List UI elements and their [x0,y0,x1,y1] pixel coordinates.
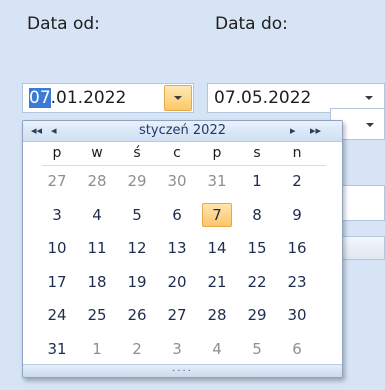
calendar-day[interactable]: 25 [82,303,112,327]
calendar-day[interactable]: 12 [122,236,152,260]
date-from-selected-part: 07 [29,88,51,108]
weekday-header: c [173,145,181,161]
calendar-header: ◂◂ ◂ styczeń 2022 ▸ ▸▸ [23,121,342,142]
calendar-day[interactable]: 1 [242,169,272,193]
calendar-day[interactable]: 5 [122,203,152,227]
calendar-day[interactable]: 4 [202,337,232,361]
calendar-day[interactable]: 20 [162,270,192,294]
chevron-down-icon [366,123,374,127]
calendar-day[interactable]: 2 [122,337,152,361]
date-from-label: Data od: [27,14,100,34]
calendar-day[interactable]: 15 [242,236,272,260]
chevron-down-icon [365,96,373,100]
calendar-resize-grip[interactable]: .... [23,364,342,377]
calendar-day[interactable]: 27 [162,303,192,327]
calendar-day[interactable]: 8 [242,203,272,227]
calendar-popup: ◂◂ ◂ styczeń 2022 ▸ ▸▸ p w ś c p s n 27 2… [22,120,343,378]
calendar-day[interactable]: 30 [282,303,312,327]
calendar-day[interactable]: 29 [242,303,272,327]
calendar-day[interactable]: 6 [282,337,312,361]
calendar-day[interactable]: 16 [282,236,312,260]
calendar-day[interactable]: 4 [82,203,112,227]
calendar-day[interactable]: 28 [202,303,232,327]
calendar-day[interactable]: 23 [282,270,312,294]
date-from-field[interactable]: 07.01.2022 [22,83,194,113]
calendar-day[interactable]: 31 [202,169,232,193]
weekday-header: p [212,145,222,161]
calendar-day[interactable]: 19 [122,270,152,294]
calendar-day[interactable]: 31 [42,337,72,361]
date-to-value[interactable]: 07.05.2022 [214,84,311,112]
chevron-down-icon [174,96,182,100]
calendar-day[interactable]: 5 [242,337,272,361]
weekday-header: n [292,145,302,161]
calendar-day[interactable]: 6 [162,203,192,227]
date-from-value[interactable]: 07.01.2022 [29,84,126,112]
date-to-label: Data do: [215,14,288,34]
calendar-day[interactable]: 1 [82,337,112,361]
next-year-icon[interactable]: ▸▸ [310,122,321,140]
calendar-day[interactable]: 22 [242,270,272,294]
calendar-day[interactable]: 11 [82,236,112,260]
calendar-day[interactable]: 17 [42,270,72,294]
calendar-day-selected[interactable]: 7 [202,202,232,227]
next-month-icon[interactable]: ▸ [290,122,296,140]
date-from-rest: .01.2022 [50,88,127,108]
calendar-day[interactable]: 28 [82,169,112,193]
weekday-divider [42,165,326,166]
weekday-header: s [253,145,261,161]
date-from-dropdown-button[interactable] [164,85,192,111]
weekday-header: w [91,145,103,161]
calendar-day[interactable]: 26 [122,303,152,327]
calendar-day[interactable]: 3 [42,203,72,227]
calendar-day[interactable]: 3 [162,337,192,361]
calendar-day[interactable]: 10 [42,236,72,260]
calendar-day[interactable]: 27 [42,169,72,193]
calendar-day[interactable]: 9 [282,203,312,227]
calendar-day[interactable]: 29 [122,169,152,193]
calendar-day[interactable]: 14 [202,236,232,260]
weekday-header: p [52,145,62,161]
calendar-day[interactable]: 13 [162,236,192,260]
calendar-day[interactable]: 30 [162,169,192,193]
weekday-header: ś [133,145,141,161]
calendar-day[interactable]: 2 [282,169,312,193]
calendar-day[interactable]: 18 [82,270,112,294]
calendar-day[interactable]: 21 [202,270,232,294]
calendar-day[interactable]: 24 [42,303,72,327]
